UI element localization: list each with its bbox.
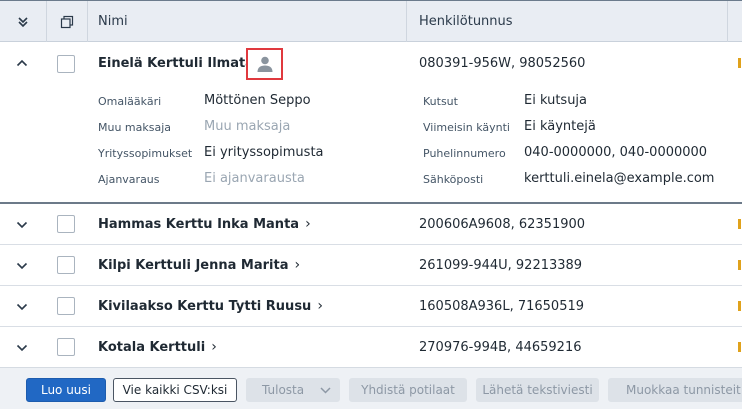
select-all-button[interactable] [58, 1, 76, 42]
expand-row-button[interactable] [14, 299, 30, 315]
detail-value-muu-maksaja[interactable]: Muu maksaja [204, 119, 290, 134]
table-header: Nimi Henkilötunnus [0, 0, 742, 42]
patient-hetu: 160508A936L, 71650519 [419, 299, 585, 314]
detail-label-viimeisin-kaynti: Viimeisin käynti [423, 121, 510, 134]
detail-label-kutsut: Kutsut [423, 95, 458, 108]
expand-row-button[interactable] [14, 340, 30, 356]
detail-label-omalaakari: Omalääkäri [98, 95, 162, 108]
send-sms-button[interactable]: Lähetä tekstiviesti [476, 378, 599, 402]
merge-patients-button[interactable]: Yhdistä potilaat [349, 378, 467, 402]
detail-value-viimeisin-kaynti[interactable]: Ei käyntejä [524, 119, 596, 134]
patient-name-link[interactable]: Kotala Kerttuli › [98, 339, 217, 355]
row-checkbox[interactable] [57, 256, 75, 274]
patient-info-button[interactable] [246, 48, 283, 80]
table-row-expanded: Einelä Kerttuli Ilmatar › 080391-956W, 9… [0, 42, 742, 204]
chevron-right-icon: › [294, 257, 301, 273]
status-mark [738, 219, 741, 229]
print-button-label: Tulosta [262, 383, 305, 397]
detail-value-sahkoposti: kerttuli.einela@example.com [524, 171, 715, 186]
chevron-right-icon: › [211, 339, 217, 355]
detail-value-ajanvaraus[interactable]: Ei ajanvarausta [204, 171, 305, 186]
row-checkbox[interactable] [57, 55, 75, 73]
chevron-down-icon [16, 262, 28, 270]
column-header-name[interactable]: Nimi [98, 1, 128, 42]
detail-value-yrityssopimukset[interactable]: Ei yrityssopimusta [204, 145, 324, 160]
copy-icon [60, 15, 74, 28]
person-icon [257, 56, 272, 72]
patient-name: Hammas Kerttu Inka Manta [98, 216, 300, 232]
detail-value-kutsut[interactable]: Ei kutsuja [524, 93, 587, 108]
patient-hetu: 080391-956W, 98052560 [419, 56, 586, 71]
chevron-down-icon [16, 344, 28, 352]
patient-name-link[interactable]: Hammas Kerttu Inka Manta › [98, 216, 311, 232]
patient-name: Einelä Kerttuli Ilmatar [98, 55, 261, 71]
patient-hetu: 261099-944U, 92213389 [419, 258, 583, 273]
patient-name: Kotala Kerttuli [98, 339, 206, 355]
detail-label-muu-maksaja: Muu maksaja [98, 121, 172, 134]
status-mark [738, 260, 741, 270]
collapse-row-button[interactable] [14, 55, 30, 71]
status-mark [738, 342, 741, 352]
detail-label-puhelinnumero: Puhelinnumero [423, 147, 506, 160]
print-button[interactable]: Tulosta [246, 378, 340, 402]
chevron-down-icon [16, 303, 28, 311]
patient-hetu: 200606A9608, 62351900 [419, 217, 586, 232]
double-chevron-down-icon [18, 16, 28, 27]
table-row: Kivilaakso Kerttu Tytti Ruusu › 160508A9… [0, 286, 742, 327]
chevron-right-icon: › [317, 298, 323, 314]
create-new-button[interactable]: Luo uusi [26, 378, 106, 402]
row-checkbox[interactable] [57, 297, 75, 315]
patient-name: Kilpi Kerttuli Jenna Marita [98, 257, 289, 273]
row-checkbox[interactable] [57, 215, 75, 233]
detail-label-yrityssopimukset: Yrityssopimukset [98, 147, 193, 160]
table-row: Kotala Kerttuli › 270976-994B, 44659216 [0, 327, 742, 367]
column-header-hetu[interactable]: Henkilötunnus [419, 1, 513, 42]
detail-value-puhelinnumero: 040-0000000, 040-0000000 [524, 145, 708, 160]
export-csv-button[interactable]: Vie kaikki CSV:ksi [113, 378, 237, 402]
chevron-down-icon [16, 221, 28, 229]
patient-name-link[interactable]: Kivilaakso Kerttu Tytti Ruusu › [98, 298, 323, 314]
bottom-toolbar: Luo uusi Vie kaikki CSV:ksi Tulosta Yhdi… [0, 367, 742, 409]
chevron-right-icon: › [305, 216, 311, 232]
patient-hetu: 270976-994B, 44659216 [419, 340, 582, 355]
row-checkbox[interactable] [57, 338, 75, 356]
chevron-down-icon [320, 387, 331, 394]
expand-row-button[interactable] [14, 258, 30, 274]
detail-label-sahkoposti: Sähköposti [423, 173, 484, 186]
table-row: Kilpi Kerttuli Jenna Marita › 261099-944… [0, 245, 742, 286]
chevron-up-icon [16, 59, 28, 67]
status-mark [738, 301, 741, 311]
patient-name: Kivilaakso Kerttu Tytti Ruusu [98, 298, 312, 314]
patient-name-link[interactable]: Kilpi Kerttuli Jenna Marita › [98, 257, 300, 273]
expand-row-button[interactable] [14, 217, 30, 233]
detail-label-ajanvaraus: Ajanvaraus [98, 173, 160, 186]
detail-value-omalaakari[interactable]: Möttönen Seppo [204, 93, 311, 108]
expand-all-button[interactable] [14, 1, 32, 42]
edit-tags-button[interactable]: Muokkaa tunnisteita (0 [608, 378, 742, 402]
table-row: Hammas Kerttu Inka Manta › 200606A9608, … [0, 204, 742, 245]
status-mark [738, 58, 741, 68]
